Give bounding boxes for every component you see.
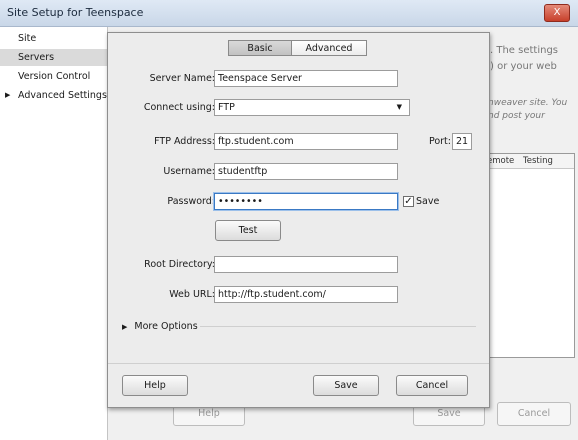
background-text: nd post your: [488, 111, 545, 121]
sidebar-item-label: Servers: [18, 52, 55, 63]
connect-using-select[interactable]: FTP ▼: [214, 99, 410, 116]
connect-using-value: FTP: [218, 102, 235, 113]
button-label: Help: [198, 408, 220, 419]
web-url-label: Web URL:: [169, 289, 215, 300]
username-field[interactable]: studentftp: [214, 163, 398, 180]
background-text: nweaver site. You: [488, 98, 568, 108]
button-label: Help: [144, 380, 166, 391]
column-header-testing: Testing: [523, 156, 553, 166]
divider: [200, 326, 476, 327]
checkmark-icon: ✓: [404, 196, 413, 207]
save-password-label: Save: [416, 196, 440, 207]
button-label: Test: [238, 225, 258, 236]
tab-advanced[interactable]: Advanced: [291, 40, 367, 56]
server-name-field[interactable]: Teenspace Server: [214, 70, 398, 87]
close-icon: X: [553, 7, 561, 18]
sidebar: Site Servers Version Control ▶ Advanced …: [0, 27, 108, 440]
sidebar-item-label: Site: [18, 33, 37, 44]
save-password-checkbox[interactable]: ✓: [403, 196, 414, 207]
ftp-address-field[interactable]: ftp.student.com: [214, 133, 398, 150]
username-label: Username:: [163, 166, 215, 177]
sidebar-item-servers[interactable]: Servers: [0, 49, 107, 66]
sidebar-item-version-control[interactable]: Version Control: [0, 68, 107, 85]
sidebar-item-label: Version Control: [18, 71, 91, 82]
divider: [108, 363, 489, 364]
button-label: Save: [437, 408, 461, 419]
chevron-down-icon: ▼: [396, 103, 402, 111]
column-header-remote: emote: [487, 156, 515, 166]
port-label: Port:: [428, 136, 451, 147]
tab-label: Advanced: [305, 43, 353, 54]
window-title: Site Setup for Teenspace: [7, 6, 144, 19]
connect-using-label: Connect using:: [143, 102, 215, 113]
background-cancel-button: Cancel: [497, 402, 571, 426]
more-options-toggle[interactable]: ▶ More Options: [122, 321, 198, 332]
expand-arrow-icon: ▶: [122, 323, 128, 331]
title-bar: Site Setup for Teenspace X: [0, 0, 578, 27]
server-name-label: Server Name:: [149, 73, 215, 84]
table-header: emote Testing: [485, 154, 574, 169]
background-text: . The settings: [490, 45, 559, 56]
server-settings-dialog: Basic Advanced Server Name: Teenspace Se…: [107, 32, 490, 408]
test-button[interactable]: Test: [215, 220, 281, 241]
port-field[interactable]: 21: [452, 133, 472, 150]
button-label: Cancel: [517, 408, 551, 419]
root-directory-field[interactable]: [214, 256, 398, 273]
sidebar-item-label: Advanced Settings: [18, 90, 107, 101]
root-directory-label: Root Directory:: [144, 259, 215, 270]
password-field[interactable]: ••••••••: [214, 193, 398, 210]
save-button[interactable]: Save: [313, 375, 379, 396]
expand-arrow-icon[interactable]: ▶: [5, 87, 10, 104]
button-label: Cancel: [415, 380, 449, 391]
cancel-button[interactable]: Cancel: [396, 375, 468, 396]
password-label: Password:: [167, 196, 215, 207]
ftp-address-label: FTP Address:: [154, 136, 215, 147]
background-text: ) or your web: [490, 61, 557, 72]
sidebar-item-site[interactable]: Site: [0, 30, 107, 47]
help-button[interactable]: Help: [122, 375, 188, 396]
tab-basic[interactable]: Basic: [228, 40, 292, 56]
server-list-table: emote Testing: [484, 153, 575, 358]
web-url-field[interactable]: http://ftp.student.com/: [214, 286, 398, 303]
button-label: Save: [334, 380, 358, 391]
tab-label: Basic: [247, 43, 273, 54]
more-options-label: More Options: [134, 321, 198, 332]
close-button[interactable]: X: [544, 4, 570, 22]
sidebar-item-advanced-settings[interactable]: ▶ Advanced Settings: [0, 87, 107, 104]
